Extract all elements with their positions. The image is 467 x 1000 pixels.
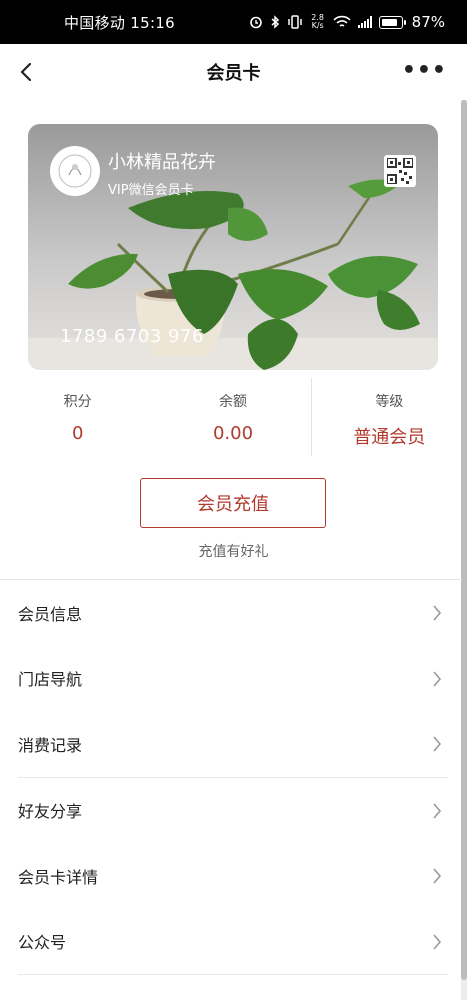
chevron-right-icon — [433, 868, 442, 884]
stat-level[interactable]: 等级 普通会员 — [310, 378, 467, 456]
battery-percent: 87% — [411, 13, 445, 31]
menu-item-label: 会员卡详情 — [18, 867, 99, 887]
menu-item-label: 消费记录 — [18, 735, 83, 755]
shop-name: 小林精品花卉 — [108, 152, 216, 173]
menu-list: 会员信息 门店导航 消费记录 好友分享 会员卡详情 公众号 — [0, 580, 462, 975]
stat-value: 0 — [71, 423, 84, 444]
stat-label: 积分 — [63, 394, 92, 410]
carrier-time: 中国移动 15:16 — [64, 13, 175, 32]
chevron-right-icon — [433, 736, 442, 752]
menu-item-label: 公众号 — [18, 933, 67, 953]
menu-item-purchase-history[interactable]: 消费记录 — [0, 711, 462, 777]
member-stats: 积分 0 余额 0.00 等级 普通会员 — [0, 378, 467, 456]
stat-label: 余额 — [218, 394, 247, 410]
stat-balance[interactable]: 余额 0.00 — [155, 378, 310, 456]
alarm-icon — [249, 16, 262, 29]
back-icon[interactable] — [14, 58, 40, 86]
menu-item-label: 好友分享 — [18, 802, 83, 822]
stat-value: 0.00 — [212, 423, 254, 444]
vibrate-icon — [287, 15, 302, 29]
logo-mark-icon — [58, 154, 92, 188]
network-speed: 2.8 K/s — [311, 13, 325, 30]
card-type: VIP微信会员卡 — [108, 183, 194, 198]
recharge-subtitle: 充值有好礼 — [198, 544, 269, 560]
chevron-right-icon — [433, 670, 442, 687]
status-icons: 2.8 K/s 87% — [249, 13, 445, 31]
qr-code-icon[interactable] — [384, 155, 416, 187]
wifi-icon — [333, 15, 351, 27]
page-title: 会员卡 — [206, 63, 261, 84]
card-number: 1789 6703 976 — [60, 326, 204, 347]
menu-item-card-details[interactable]: 会员卡详情 — [0, 843, 462, 909]
menu-item-member-info[interactable]: 会员信息 — [0, 580, 462, 646]
battery-icon — [378, 15, 406, 29]
menu-item-store-nav[interactable]: 门店导航 — [0, 646, 462, 712]
shop-logo — [50, 146, 100, 196]
more-icon[interactable]: ••• — [402, 60, 447, 82]
menu-item-official-account[interactable]: 公众号 — [0, 909, 462, 975]
nav-bar: 会员卡 ••• — [0, 44, 467, 100]
divider — [18, 974, 448, 975]
menu-item-share[interactable]: 好友分享 — [0, 778, 462, 844]
signal-icon — [357, 16, 372, 28]
stat-points[interactable]: 积分 0 — [0, 378, 155, 456]
stat-value: 普通会员 — [353, 427, 426, 448]
menu-item-label: 门店导航 — [18, 670, 83, 690]
chevron-right-icon — [433, 605, 442, 621]
stat-label: 等级 — [375, 394, 404, 410]
recharge-button[interactable]: 会员充值 — [140, 478, 326, 528]
bluetooth-icon — [271, 15, 279, 29]
chevron-right-icon — [433, 802, 442, 819]
chevron-right-icon — [433, 933, 442, 950]
member-card[interactable]: 小林精品花卉 VIP微信会员卡 1789 6703 976 — [28, 124, 438, 370]
status-bar: 中国移动 15:16 2.8 K/s 87% — [0, 0, 467, 44]
menu-item-label: 会员信息 — [18, 604, 83, 624]
